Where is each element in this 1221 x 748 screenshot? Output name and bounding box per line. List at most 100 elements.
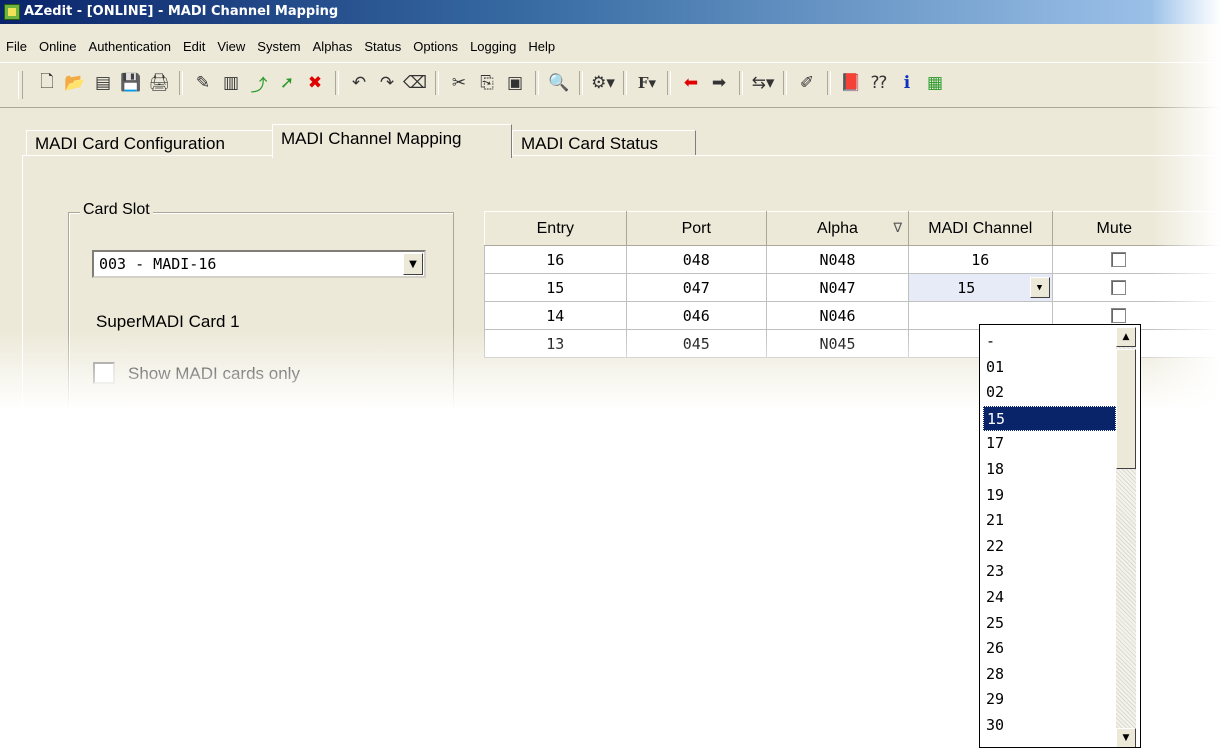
mute-checkbox[interactable] [1110, 279, 1126, 295]
menu-logging[interactable]: Logging [464, 37, 522, 54]
col-port[interactable]: Port [625, 211, 767, 246]
dropdown-option[interactable]: 23 [983, 559, 1116, 585]
madi-channel-editor[interactable]: 15 ▼ [908, 273, 1053, 302]
delete-icon[interactable]: ✖ [304, 71, 326, 95]
dropdown-option[interactable]: 21 [983, 508, 1116, 534]
print-icon[interactable]: 🖨 [148, 71, 170, 95]
font-dropdown-icon[interactable]: F▾ [636, 71, 658, 95]
app-icon[interactable] [4, 4, 20, 20]
save-icon[interactable]: 💾 [120, 71, 142, 95]
highlighter-icon[interactable]: ✐ [796, 71, 818, 95]
dropdown-option[interactable]: 01 [983, 355, 1116, 381]
open-folder-icon[interactable]: 📂 [64, 71, 86, 95]
scroll-up-icon[interactable]: ▲ [1116, 327, 1136, 347]
green-arrow-icon[interactable]: ➚ [276, 71, 298, 95]
toolbar-icons: 🗋 📂 ▤ 💾 🖨 ✎ ▥ ⤴ ➚ ✖ ↶ ↷ ⌫ ✂ ⎘ ▣ 🔍 ⚙▾ F▾ ⬅ ➡ ⇆▾ ✐ 📕 ⁇ ℹ ▦ [36, 71, 946, 96]
dropdown-option[interactable]: 29 [983, 687, 1116, 713]
chevron-down-icon[interactable]: ▼ [1029, 277, 1050, 298]
copy-icon[interactable]: ⎘ [476, 71, 498, 95]
paste-icon[interactable]: ▥ [220, 71, 242, 95]
cell-entry[interactable]: 16 [484, 245, 627, 274]
wand-icon[interactable]: ✎ [192, 71, 214, 95]
title-bar: AZedit - [ONLINE] - MADI Channel Mapping [0, 0, 1221, 24]
forward-arrow-icon[interactable]: ➡ [708, 71, 730, 95]
help-pointer-icon[interactable]: ⁇ [868, 71, 890, 95]
col-entry[interactable]: Entry [484, 211, 627, 246]
madi-channel-dropdown-list[interactable]: -01 02 15 17 18 19 21 22 23 24 25 26 28 29 30 ▲ ▼ [979, 324, 1141, 748]
cell-port[interactable]: 048 [625, 245, 767, 274]
card-slot-select[interactable]: 003 - MADI-16 ▼ [92, 250, 426, 278]
toolbar-grip[interactable] [18, 71, 23, 99]
show-madi-only-checkbox[interactable] [93, 362, 115, 384]
new-file-icon[interactable]: 🗋 [36, 71, 58, 95]
mute-checkbox[interactable] [1110, 307, 1126, 323]
menu-edit[interactable]: Edit [177, 37, 211, 54]
menu-options[interactable]: Options [407, 37, 464, 54]
mute-checkbox[interactable] [1110, 251, 1126, 267]
cell-alpha[interactable]: N048 [765, 245, 910, 274]
cell-port[interactable]: 045 [625, 329, 767, 358]
menu-system[interactable]: System [251, 37, 306, 54]
dropdown-option[interactable]: 18 [983, 457, 1116, 483]
menu-authentication[interactable]: Authentication [83, 37, 177, 54]
cell-mute[interactable] [1051, 273, 1221, 302]
undo-icon[interactable]: ↶ [348, 71, 370, 95]
col-madi-channel[interactable]: MADI Channel [908, 211, 1053, 246]
cell-alpha[interactable]: N046 [765, 301, 910, 330]
dropdown-option[interactable]: 19 [983, 483, 1116, 509]
scroll-down-icon[interactable]: ▼ [1116, 728, 1136, 747]
info-icon[interactable]: ℹ [896, 71, 918, 95]
menu-status[interactable]: Status [358, 37, 407, 54]
dropdown-option[interactable]: - [983, 329, 1116, 355]
toolbar-separator [827, 71, 831, 95]
dropdown-option[interactable]: 24 [983, 585, 1116, 611]
dropdown-option[interactable]: 25 [983, 611, 1116, 637]
eraser-icon[interactable]: ⌫ [403, 71, 427, 95]
table-row[interactable]: 16 048 N048 16 [484, 245, 1221, 274]
app-logo-icon[interactable]: ▦ [924, 71, 946, 95]
cell-entry[interactable]: 15 [484, 273, 627, 302]
cell-entry[interactable]: 13 [484, 329, 627, 358]
dropdown-option[interactable]: 02 [983, 380, 1116, 406]
madi-channel-value: 15 [957, 278, 976, 297]
book-icon[interactable]: 📕 [840, 71, 862, 95]
scroll-thumb[interactable] [1116, 349, 1136, 469]
table-row[interactable]: 15 047 N047 15 ▼ [484, 273, 1221, 302]
tools-dropdown-icon[interactable]: ⚙▾ [591, 71, 615, 95]
menu-alphas[interactable]: Alphas [307, 37, 359, 54]
export-icon[interactable]: ⤴ [248, 71, 270, 96]
redo-icon[interactable]: ↷ [376, 71, 398, 95]
cell-port[interactable]: 046 [625, 301, 767, 330]
chevron-down-icon[interactable]: ▼ [403, 253, 423, 275]
menu-view[interactable]: View [211, 37, 251, 54]
col-mute[interactable]: Mute [1051, 211, 1221, 246]
clipboard-icon[interactable]: ▣ [504, 71, 526, 95]
cell-mute[interactable] [1051, 245, 1221, 274]
dropdown-option[interactable]: 22 [983, 534, 1116, 560]
dropdown-option[interactable]: 28 [983, 662, 1116, 688]
back-arrow-icon[interactable]: ⬅ [680, 71, 702, 95]
cell-madi-channel[interactable]: 16 [908, 245, 1053, 274]
copy-doc-icon[interactable]: ▤ [92, 71, 114, 95]
menu-help[interactable]: Help [522, 37, 561, 54]
dropdown-option[interactable]: 15 [983, 405, 1116, 432]
cell-port[interactable]: 047 [625, 273, 767, 302]
tab-madi-channel-mapping[interactable]: MADI Channel Mapping [272, 124, 512, 158]
dropdown-scrollbar[interactable]: ▲ ▼ [1116, 327, 1136, 747]
col-alpha[interactable]: Alpha ∇ [765, 211, 910, 246]
dropdown-option[interactable]: 26 [983, 636, 1116, 662]
dropdown-option[interactable]: 17 [983, 431, 1116, 457]
dropdown-option[interactable]: 30 [983, 713, 1116, 739]
search-icon[interactable]: 🔍 [548, 71, 570, 95]
menu-online[interactable]: Online [33, 37, 83, 54]
network-dropdown-icon[interactable]: ⇆▾ [752, 71, 775, 95]
cell-alpha[interactable]: N045 [765, 329, 910, 358]
cell-alpha[interactable]: N047 [765, 273, 910, 302]
cut-icon[interactable]: ✂ [448, 71, 470, 95]
show-madi-only-label[interactable]: Show MADI cards only [128, 364, 300, 384]
tab-madi-card-status[interactable]: MADI Card Status [512, 130, 696, 156]
cell-entry[interactable]: 14 [484, 301, 627, 330]
tab-madi-card-configuration[interactable]: MADI Card Configuration [26, 130, 274, 156]
toolbar-separator [623, 71, 627, 95]
menu-file[interactable]: File [0, 37, 33, 54]
